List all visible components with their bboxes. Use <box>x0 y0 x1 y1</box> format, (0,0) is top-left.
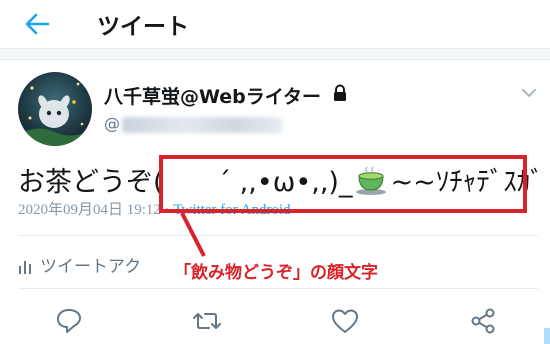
handle-redacted <box>122 116 282 133</box>
divider <box>18 288 538 289</box>
reply-icon[interactable] <box>54 306 84 336</box>
tweet-activity-label: ツイートアク <box>40 257 142 277</box>
retweet-icon[interactable] <box>192 306 222 336</box>
tweet-timestamp[interactable]: 2020年09月04日 19:12 <box>18 202 161 218</box>
user-handle: @ <box>104 114 282 133</box>
section-gap <box>0 49 550 60</box>
tweet-activity-link[interactable]: ツイートアク <box>18 252 141 277</box>
divider <box>18 235 538 236</box>
share-icon[interactable] <box>468 306 498 336</box>
avatar[interactable] <box>18 72 92 146</box>
page-title: ツイート <box>97 14 189 40</box>
highlight-box <box>159 155 527 213</box>
lock-icon <box>334 84 346 101</box>
tweet-actions-bar <box>0 306 550 340</box>
bar-chart-icon <box>19 261 31 274</box>
heart-icon[interactable] <box>330 306 360 336</box>
scrollbar-thumb[interactable] <box>544 328 550 344</box>
display-name[interactable]: 八千草蛍@Webライター <box>104 82 321 109</box>
back-arrow-icon[interactable] <box>22 10 52 38</box>
avatar-image <box>18 72 92 146</box>
handle-prefix: @ <box>104 114 120 133</box>
top-bar: ツイート <box>0 0 550 49</box>
annotation-label: 「飲み物どうぞ」の顔文字 <box>174 263 378 283</box>
chevron-down-icon[interactable] <box>520 86 538 100</box>
